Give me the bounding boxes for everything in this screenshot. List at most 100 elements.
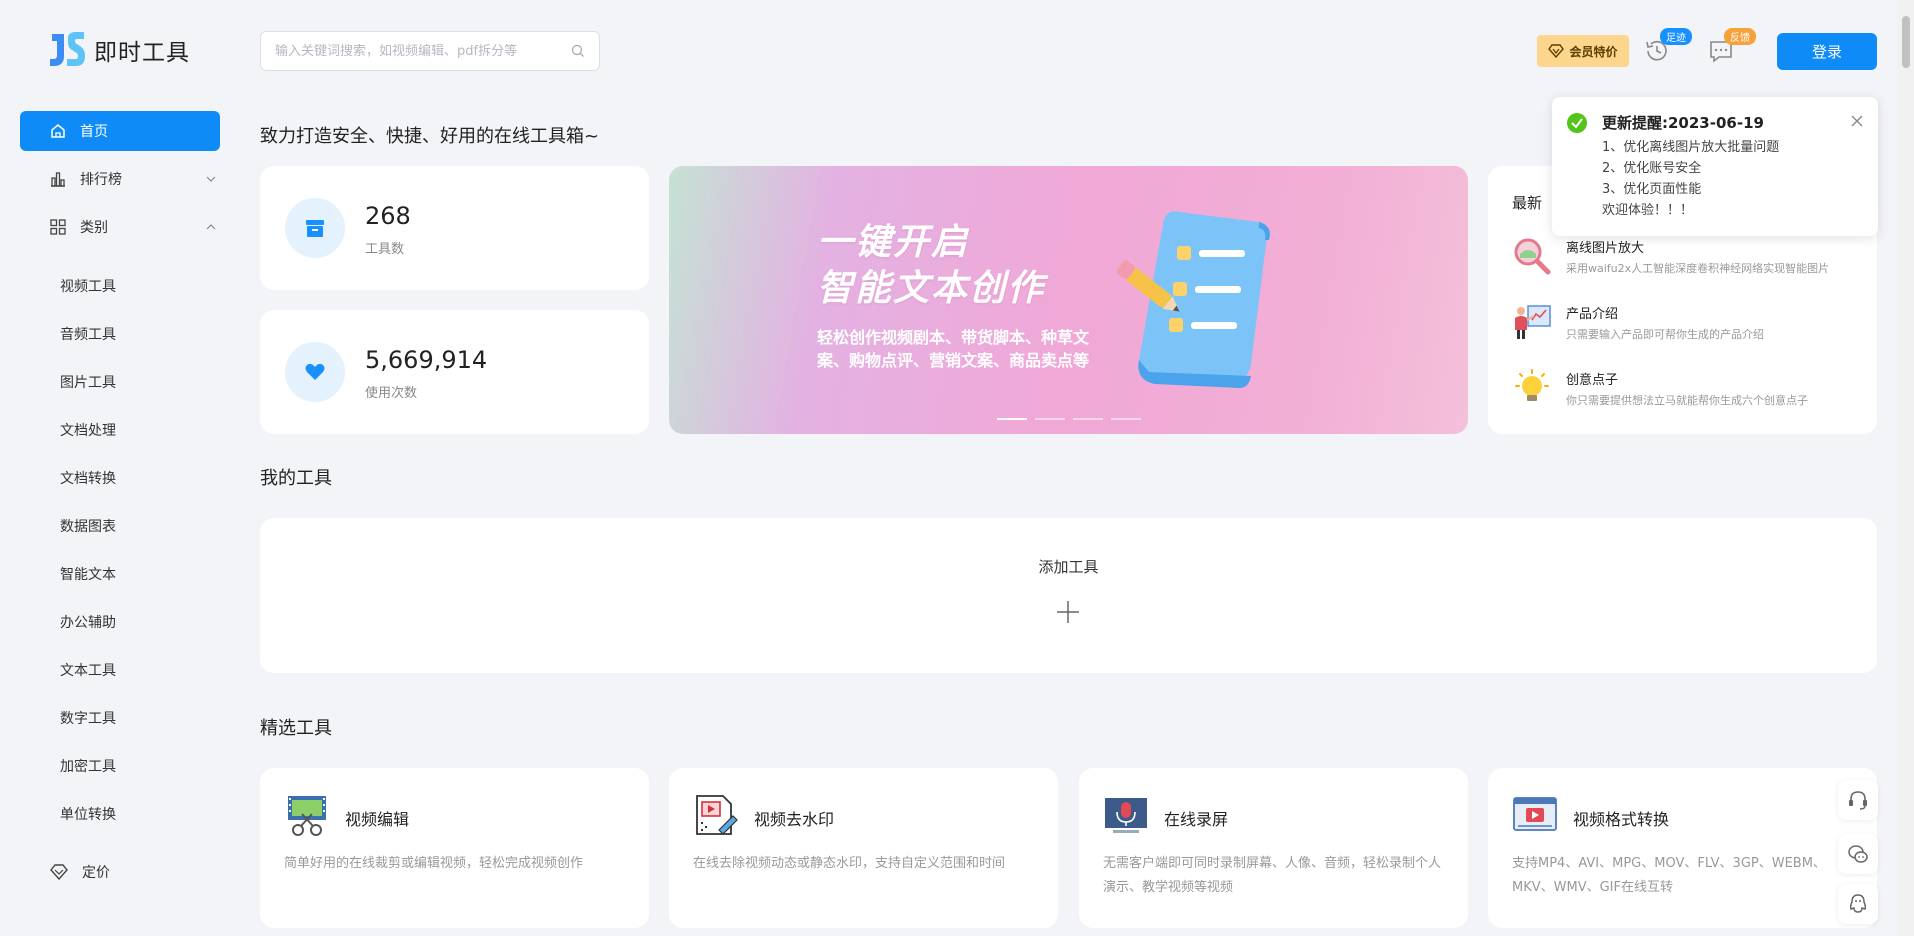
wechat-icon <box>1848 845 1868 863</box>
feedback-button[interactable]: 反馈 <box>1708 28 1756 64</box>
featured-tool-name: 视频编辑 <box>345 810 410 829</box>
lightbulb-icon <box>1515 369 1549 401</box>
featured-tool-card[interactable]: 视频编辑 简单好用的在线裁剪或编辑视频，轻松完成视频创作 <box>260 768 649 928</box>
logo-text: 即时工具 <box>94 40 190 66</box>
add-tool-label: 添加工具 <box>1038 558 1099 576</box>
sidebar-subitem-unit-conversion[interactable]: 单位转换 <box>60 804 116 824</box>
featured-tool-desc: 无需客户端即可同时录制屏幕、人像、音频，轻松录制个人演示、教学视频等视频 <box>1103 856 1442 895</box>
add-tool-card[interactable]: 添加工具 <box>260 518 1877 673</box>
qq-button[interactable] <box>1838 884 1878 924</box>
my-tools-title: 我的工具 <box>260 468 332 489</box>
sidebar-subitem-text-tools[interactable]: 文本工具 <box>60 660 116 680</box>
stat-card-tools: 268 工具数 <box>260 166 649 290</box>
featured-tool-name: 在线录屏 <box>1164 810 1229 829</box>
diamond-icon <box>1548 44 1565 58</box>
latest-tool-name: 产品介绍 <box>1566 307 1619 322</box>
carousel-dot[interactable] <box>1035 418 1065 420</box>
presenter-icon <box>1515 305 1551 339</box>
latest-tool-item[interactable]: 创意点子 你只需要提供想法立马就能帮你生成六个创意点子 <box>1512 368 1872 408</box>
latest-tool-name: 离线图片放大 <box>1566 241 1645 256</box>
plus-icon[interactable] <box>1056 600 1080 624</box>
sidebar-subitem-data-charts[interactable]: 数据图表 <box>60 516 116 536</box>
latest-tool-item[interactable]: 离线图片放大 采用waifu2x人工智能深度卷积神经网络实现智能图片 <box>1512 236 1872 276</box>
sidebar-item-category[interactable]: 类别 <box>20 207 220 247</box>
carousel-dots <box>997 418 1141 420</box>
sidebar-subitem-office-assist[interactable]: 办公辅助 <box>60 612 116 632</box>
sidebar-subitem-image-tools[interactable]: 图片工具 <box>60 372 116 392</box>
page-slogan: 致力打造安全、快捷、好用的在线工具箱~ <box>260 126 600 147</box>
featured-tool-desc: 在线去除视频动态或静态水印，支持自定义范围和时间 <box>693 856 1006 871</box>
featured-tool-card[interactable]: 视频格式转换 支持MP4、AVI、MPG、MOV、FLV、3GP、WEBM、MK… <box>1488 768 1877 928</box>
close-icon[interactable] <box>1850 114 1864 128</box>
featured-tool-card[interactable]: 在线录屏 无需客户端即可同时录制屏幕、人像、音频，轻松录制个人演示、教学视频等视… <box>1079 768 1468 928</box>
logo-mark-icon <box>50 32 85 66</box>
usage-count-label: 使用次数 <box>365 386 418 401</box>
sidebar-item-home[interactable]: 首页 <box>20 111 220 151</box>
history-badge: 足迹 <box>1660 28 1692 45</box>
featured-tool-card[interactable]: 视频去水印 在线去除视频动态或静态水印，支持自定义范围和时间 <box>669 768 1058 928</box>
stat-icon-wrap <box>285 198 345 258</box>
carousel-dot[interactable] <box>997 418 1027 420</box>
box-icon <box>306 220 324 237</box>
tool-count-label: 工具数 <box>365 242 405 257</box>
banner-title: 一键开启 智能文本创作 <box>817 222 1046 309</box>
carousel-dot[interactable] <box>1111 418 1141 420</box>
search-box[interactable] <box>260 31 600 71</box>
search-icon[interactable] <box>571 44 585 58</box>
sidebar-subitem-smart-text[interactable]: 智能文本 <box>60 564 116 584</box>
promo-banner[interactable]: 一键开启 智能文本创作 轻松创作视频剧本、带货脚本、种草文案、购物点评、营销文案… <box>669 166 1468 434</box>
latest-tool-item[interactable]: 产品介绍 只需要输入产品即可帮你生成的产品介绍 <box>1512 302 1872 342</box>
featured-tool-desc: 简单好用的在线裁剪或编辑视频，轻松完成视频创作 <box>284 856 584 871</box>
search-input[interactable] <box>275 43 571 59</box>
chevron-up-icon <box>206 224 216 230</box>
feedback-badge: 反馈 <box>1724 28 1756 45</box>
check-circle-icon <box>1567 113 1587 133</box>
home-icon <box>51 124 65 138</box>
sidebar-subitem-document-processing[interactable]: 文档处理 <box>60 420 116 440</box>
notification-body: 1、优化离线图片放大批量问题 2、优化账号安全 3、优化页面性能 欢迎体验！！！ <box>1602 137 1779 221</box>
latest-tool-desc: 采用waifu2x人工智能深度卷积神经网络实现智能图片 <box>1566 262 1830 275</box>
update-notification: 更新提醒:2023-06-19 1、优化离线图片放大批量问题 2、优化账号安全 … <box>1552 97 1878 236</box>
history-button[interactable]: 足迹 <box>1644 28 1692 64</box>
document-pencil-illustration <box>1116 211 1270 388</box>
grid-icon <box>50 219 66 235</box>
sidebar-subitem-document-conversion[interactable]: 文档转换 <box>60 468 116 488</box>
microphone-screen-icon <box>1105 798 1147 833</box>
tool-count-value: 268 <box>365 202 411 230</box>
featured-tool-name: 视频格式转换 <box>1573 810 1670 829</box>
featured-tools-title: 精选工具 <box>260 718 332 739</box>
logo[interactable]: 即时工具 <box>48 30 190 70</box>
video-eraser-icon <box>696 795 738 835</box>
bar-chart-icon <box>51 172 65 187</box>
featured-tool-name: 视频去水印 <box>754 810 835 829</box>
carousel-dot[interactable] <box>1073 418 1103 420</box>
diamond-icon <box>50 864 68 880</box>
video-convert-icon <box>1513 797 1557 831</box>
headset-icon <box>1849 791 1867 810</box>
customer-service-button[interactable] <box>1838 780 1878 820</box>
sidebar-subitem-number-tools[interactable]: 数字工具 <box>60 708 116 728</box>
wechat-button[interactable] <box>1838 834 1878 874</box>
scrollbar-thumb[interactable] <box>1902 16 1910 68</box>
sidebar-item-label: 首页 <box>80 124 108 140</box>
notification-line: 2、优化账号安全 <box>1602 161 1702 176</box>
sidebar-item-pricing[interactable]: 定价 <box>20 852 220 892</box>
latest-tool-desc: 只需要输入产品即可帮你生成的产品介绍 <box>1566 328 1764 341</box>
sidebar-item-label: 定价 <box>82 865 110 881</box>
chevron-down-icon <box>206 176 216 182</box>
scrollbar[interactable] <box>1898 0 1914 936</box>
sidebar-item-ranking[interactable]: 排行榜 <box>20 159 220 199</box>
notification-line: 3、优化页面性能 <box>1602 182 1702 197</box>
sidebar-item-label: 排行榜 <box>80 172 122 188</box>
stat-card-usage: 5,669,914 使用次数 <box>260 310 649 434</box>
stat-icon-wrap <box>285 342 345 402</box>
banner-subtitle: 轻松创作视频剧本、带货脚本、种草文案、购物点评、营销文案、商品卖点等 <box>817 328 1090 370</box>
login-button[interactable]: 登录 <box>1777 33 1877 70</box>
sidebar-subitem-audio-tools[interactable]: 音频工具 <box>60 324 116 344</box>
sidebar-subitem-encryption-tools[interactable]: 加密工具 <box>60 756 116 776</box>
vip-offer-button[interactable]: 会员特价 <box>1537 35 1629 67</box>
featured-tool-desc: 支持MP4、AVI、MPG、MOV、FLV、3GP、WEBM、MKV、WMV、G… <box>1512 856 1826 895</box>
heart-icon <box>305 363 325 380</box>
notification-line: 1、优化离线图片放大批量问题 <box>1602 140 1780 155</box>
sidebar-subitem-video-tools[interactable]: 视频工具 <box>60 276 116 296</box>
